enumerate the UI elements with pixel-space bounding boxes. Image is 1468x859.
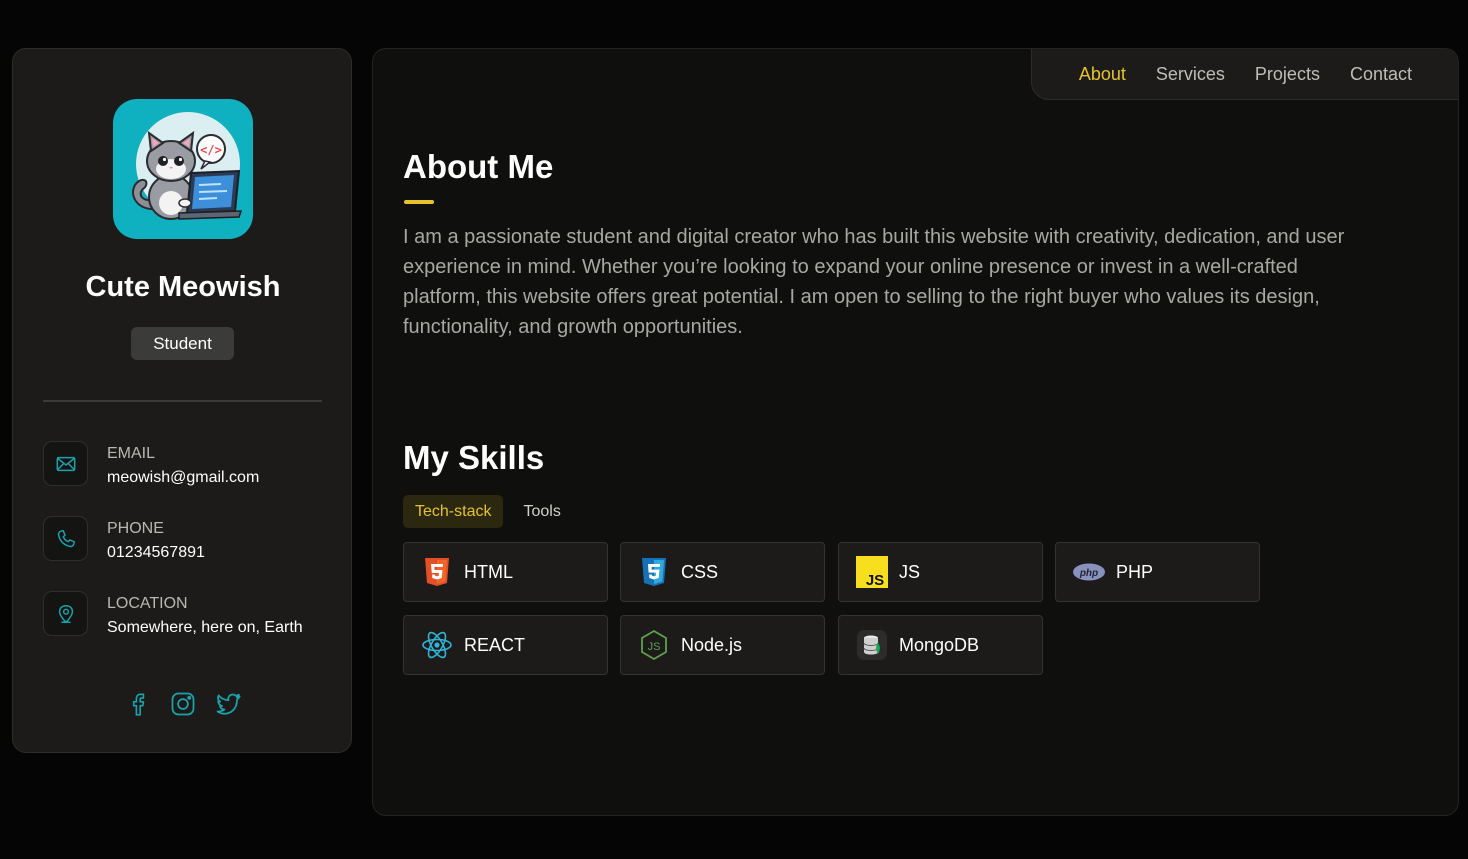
php-icon: php	[1073, 563, 1105, 581]
mongodb-icon	[857, 630, 887, 660]
mail-icon	[43, 441, 88, 486]
contact-phone: PHONE 01234567891	[43, 516, 343, 566]
svg-text:JS: JS	[648, 641, 661, 653]
skill-card-php[interactable]: php PHP	[1055, 542, 1260, 602]
skills-title: My Skills	[403, 439, 545, 476]
contact-label: LOCATION	[107, 595, 188, 612]
svg-text:JS: JS	[866, 572, 884, 588]
tab-tools[interactable]: Tools	[511, 495, 572, 528]
skill-name: PHP	[1116, 562, 1154, 582]
skill-name: REACT	[464, 635, 526, 655]
about-title: About Me	[403, 148, 554, 185]
skill-tabs: Tech-stack Tools	[403, 495, 573, 528]
contact-label: EMAIL	[107, 445, 156, 462]
contact-label: PHONE	[107, 520, 164, 537]
sidebar-divider	[43, 400, 322, 402]
css3-icon	[642, 558, 666, 586]
nav-about[interactable]: About	[1079, 64, 1126, 85]
react-icon	[422, 631, 452, 659]
javascript-icon: JS	[856, 556, 888, 588]
phone-icon	[43, 516, 88, 561]
skill-card-html[interactable]: HTML	[403, 542, 608, 602]
skill-card-react[interactable]: REACT	[403, 615, 608, 675]
skill-card-nodejs[interactable]: JS Node.js	[620, 615, 825, 675]
skill-card-js[interactable]: JS JS	[838, 542, 1043, 602]
email-link[interactable]: meowish@gmail.com	[107, 469, 259, 487]
location-icon	[43, 591, 88, 636]
profile-name: Cute Meowish	[85, 271, 281, 303]
about-text: I am a passionate student and digital cr…	[403, 226, 1345, 338]
top-navbar: About Services Projects Contact	[1031, 49, 1458, 100]
social-links	[123, 687, 243, 721]
skill-name: CSS	[681, 562, 719, 582]
title-underline	[404, 200, 434, 204]
twitter-icon[interactable]	[213, 689, 243, 719]
nav-contact[interactable]: Contact	[1350, 64, 1412, 85]
html5-icon	[425, 558, 449, 586]
location-value: Somewhere, here on, Earth	[107, 619, 303, 636]
profile-sidebar: </> Cute Meowish Student EMAIL meowish@g…	[12, 48, 352, 753]
main-panel: About Services Projects Contact About Me…	[372, 48, 1459, 816]
tab-tech-stack[interactable]: Tech-stack	[403, 495, 504, 528]
skill-name: MongoDB	[899, 635, 980, 655]
contact-location: LOCATION Somewhere, here on, Earth	[43, 591, 343, 641]
skill-card-css[interactable]: CSS	[620, 542, 825, 602]
contact-email: EMAIL meowish@gmail.com	[43, 441, 343, 491]
cat-coder-avatar-icon: </>	[132, 112, 243, 220]
svg-text:php: php	[1079, 568, 1098, 579]
instagram-icon[interactable]	[168, 689, 198, 719]
skill-name: Node.js	[681, 635, 743, 655]
nav-projects[interactable]: Projects	[1255, 64, 1320, 85]
avatar: </>	[113, 99, 253, 239]
svg-text:</>: </>	[200, 143, 222, 157]
phone-link[interactable]: 01234567891	[107, 544, 205, 562]
skill-card-mongodb[interactable]: MongoDB	[838, 615, 1043, 675]
role-badge: Student	[131, 327, 234, 360]
facebook-icon[interactable]	[123, 689, 153, 719]
skill-name: JS	[899, 562, 921, 582]
nav-services[interactable]: Services	[1156, 64, 1225, 85]
skill-name: HTML	[464, 562, 513, 582]
nodejs-icon: JS	[641, 629, 667, 661]
